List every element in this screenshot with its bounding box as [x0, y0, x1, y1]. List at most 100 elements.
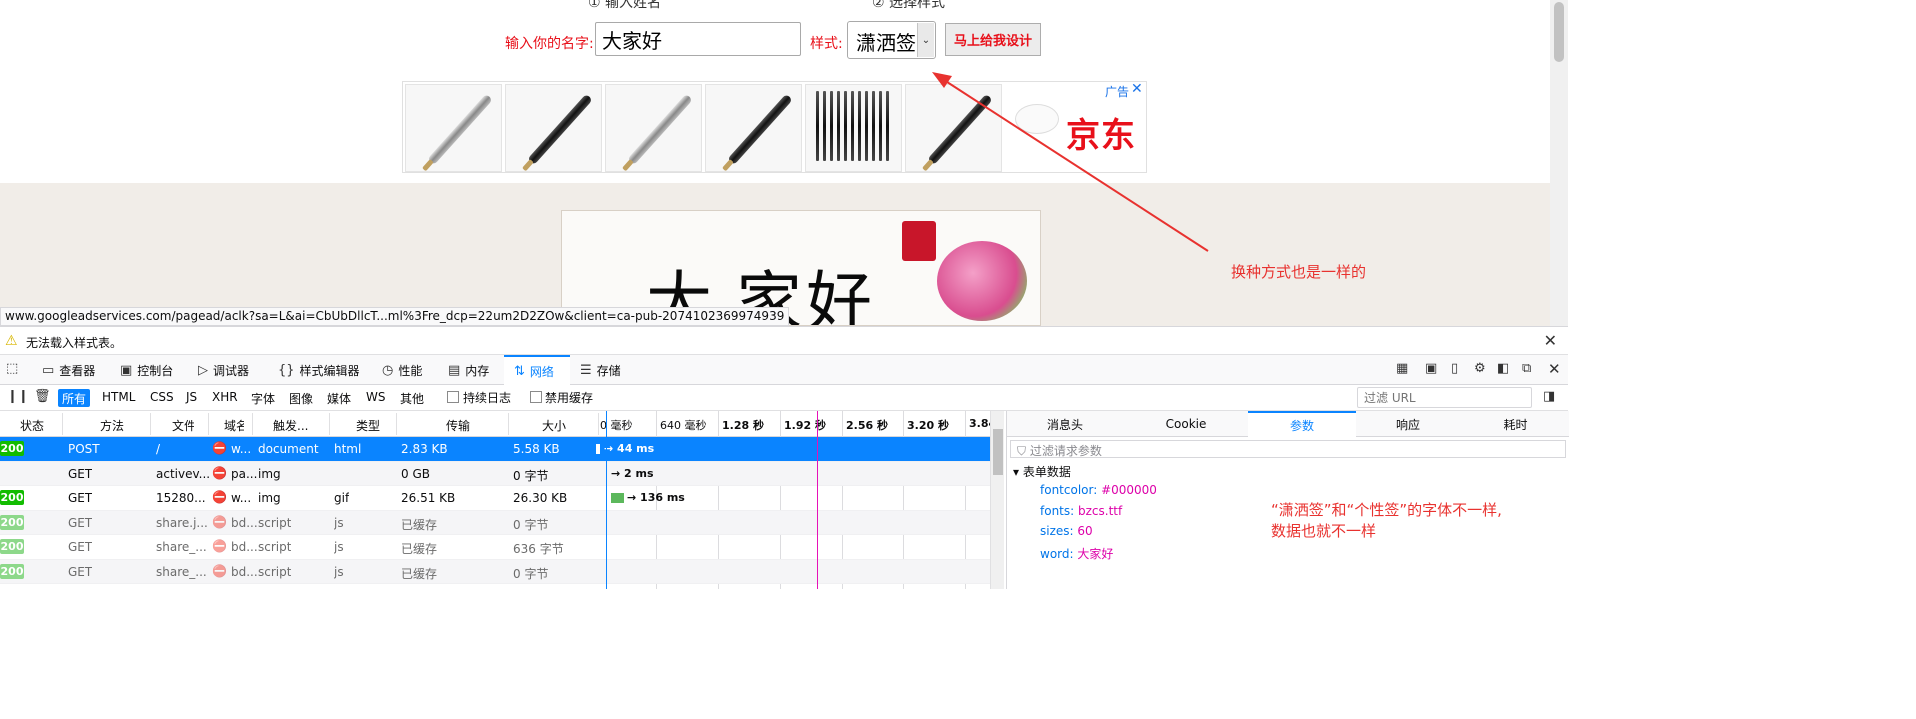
tab-storage[interactable]: ☰ 存储	[580, 355, 640, 385]
filter-ws[interactable]: WS	[362, 389, 389, 407]
table-row[interactable]: 200 GET share_... ⛔ bd... script js 已缓存 …	[0, 535, 990, 560]
dock-side-icon[interactable]: ◧	[1497, 361, 1509, 376]
request-cause: img	[258, 491, 281, 505]
split-console-icon[interactable]: ▣	[1425, 361, 1437, 376]
filter-media[interactable]: 媒体	[323, 389, 355, 407]
table-row[interactable]: 200 POST / ⛔ w... document html 2.83 KB …	[0, 437, 990, 462]
tab-cookies[interactable]: Cookie	[1131, 411, 1241, 437]
filter-fonts[interactable]: 字体	[247, 389, 279, 407]
timeline-tick: 1.92 秒	[784, 419, 826, 432]
tab-performance[interactable]: ◷ 性能	[382, 355, 442, 385]
waterfall-label: → 2 ms	[611, 466, 654, 480]
column-cause[interactable]: 触发...	[273, 417, 308, 434]
filter-images[interactable]: 图像	[285, 389, 317, 407]
filter-icon: ⛉	[1017, 444, 1030, 458]
pause-icon[interactable]: ❙❙	[7, 389, 29, 404]
filter-other[interactable]: 其他	[396, 389, 428, 407]
column-method[interactable]: 方法	[100, 417, 124, 434]
column-size[interactable]: 大小	[542, 417, 566, 434]
column-type[interactable]: 类型	[356, 417, 380, 434]
request-domain: bd...	[231, 564, 258, 579]
style-editor-icon: {}	[278, 362, 295, 378]
column-domain[interactable]: 域名	[224, 417, 244, 434]
tracker-icon: ⛔	[212, 490, 227, 504]
debugger-icon: ▷	[198, 362, 208, 378]
close-devtools-icon[interactable]: ✕	[1548, 360, 1561, 378]
trash-icon[interactable]: 🗑	[34, 389, 51, 404]
column-transferred[interactable]: 传输	[446, 417, 470, 434]
column-file[interactable]: 文件	[172, 417, 194, 434]
filter-css[interactable]: CSS	[146, 389, 178, 407]
timeline-tick: 0 毫秒	[600, 419, 633, 432]
param-filter-input[interactable]: ⛉ 过滤请求参数	[1010, 440, 1566, 458]
param-row[interactable]: fonts: bzcs.ttf	[1040, 504, 1122, 518]
status-badge: 200	[0, 563, 24, 579]
tab-params[interactable]: 参数	[1248, 411, 1356, 437]
inspector-icon: ▭	[42, 362, 55, 378]
filter-html[interactable]: HTML	[98, 389, 139, 407]
undock-icon[interactable]: ⧉	[1522, 361, 1531, 376]
notification-message: 无法载入样式表。	[26, 336, 123, 350]
tab-response[interactable]: 响应	[1356, 411, 1460, 437]
url-filter-input[interactable]	[1357, 387, 1532, 408]
tab-console[interactable]: ▣ 控制台	[120, 355, 190, 385]
timeline-tick: 2.56 秒	[846, 419, 888, 432]
table-row[interactable]: 200 GET share_... ⛔ bd... script js 已缓存 …	[0, 559, 990, 584]
param-row[interactable]: sizes: 60	[1040, 524, 1093, 538]
table-row[interactable]: 200 GET 15280... ⛔ w... img gif 26.51 KB…	[0, 486, 990, 511]
request-transferred: 已缓存	[401, 566, 438, 581]
request-cause: script	[258, 515, 292, 530]
chevron-down-icon: ▾	[1013, 465, 1023, 479]
request-transferred: 26.51 KB	[401, 491, 456, 505]
tab-style-editor[interactable]: {} 样式编辑器	[278, 355, 374, 385]
request-domain: pa...	[231, 466, 258, 481]
timeline-tick: 3.20 秒	[907, 419, 949, 432]
tab-headers[interactable]: 消息头	[1007, 411, 1123, 437]
tab-inspector[interactable]: ▭ 查看器	[42, 355, 112, 385]
gear-icon[interactable]: ⚙	[1474, 361, 1486, 376]
storage-icon: ☰	[580, 362, 592, 378]
form-data-section[interactable]: ▾ 表单数据	[1013, 463, 1071, 480]
tab-debugger[interactable]: ▷ 调试器	[198, 355, 268, 385]
filter-js[interactable]: JS	[182, 389, 201, 407]
request-size: 0 字节	[513, 468, 549, 483]
request-domain: w...	[231, 442, 252, 456]
param-row[interactable]: word: 大家好	[1040, 545, 1113, 562]
timeline-tick: 3.84	[969, 417, 990, 430]
element-picker-icon[interactable]: ⬚	[6, 361, 18, 376]
tab-memory[interactable]: ▤ 内存	[448, 355, 508, 385]
request-domain: bd...	[231, 540, 258, 554]
request-transferred: 已缓存	[401, 517, 438, 532]
close-icon[interactable]: ✕	[1544, 331, 1557, 350]
table-row[interactable]: GET activev... ⛔ pa... img 0 GB 0 字节 → 2…	[0, 461, 990, 486]
param-value: 60	[1077, 524, 1093, 538]
annotation-bottom-line2: 数据也就不一样	[1271, 522, 1377, 540]
request-size: 0 字节	[513, 566, 549, 581]
tracker-icon: ⛔	[212, 563, 227, 578]
filter-xhr[interactable]: XHR	[208, 389, 242, 407]
request-size: 0 字节	[513, 517, 549, 532]
disable-cache-checkbox[interactable]	[530, 391, 542, 403]
network-icon: ⇅	[514, 363, 525, 379]
param-row[interactable]: fontcolor: #000000	[1040, 483, 1157, 497]
table-row[interactable]: 200 GET share.j... ⛔ bd... script js 已缓存…	[0, 510, 990, 535]
table-scrollbar[interactable]	[990, 411, 1004, 589]
tab-network[interactable]: ⇅ 网络	[504, 355, 570, 385]
responsive-icon[interactable]: ▯	[1451, 361, 1458, 376]
request-file: /	[156, 442, 161, 456]
network-filter-bar: ❙❙ 🗑 所有 HTML CSS JS XHR 字体 图像 媒体 WS 其他 持…	[0, 385, 1568, 411]
request-type: html	[334, 442, 362, 456]
disable-cache-label: 禁用缓存	[545, 391, 594, 405]
memory-icon: ▤	[448, 362, 461, 378]
tab-timings[interactable]: 耗时	[1462, 411, 1569, 437]
tracker-icon: ⛔	[212, 465, 227, 480]
timeline-tick: 640 毫秒	[660, 419, 707, 432]
persist-log-checkbox[interactable]	[447, 391, 459, 403]
toggle-sidebar-icon[interactable]: ◨	[1543, 389, 1555, 404]
tracker-icon: ⛔	[212, 539, 227, 553]
filter-all[interactable]: 所有	[58, 389, 91, 407]
layout-icon[interactable]: ▦	[1396, 361, 1408, 376]
column-status[interactable]: 状态	[20, 417, 44, 434]
waterfall-bar	[596, 444, 600, 454]
request-cause: document	[258, 442, 319, 456]
